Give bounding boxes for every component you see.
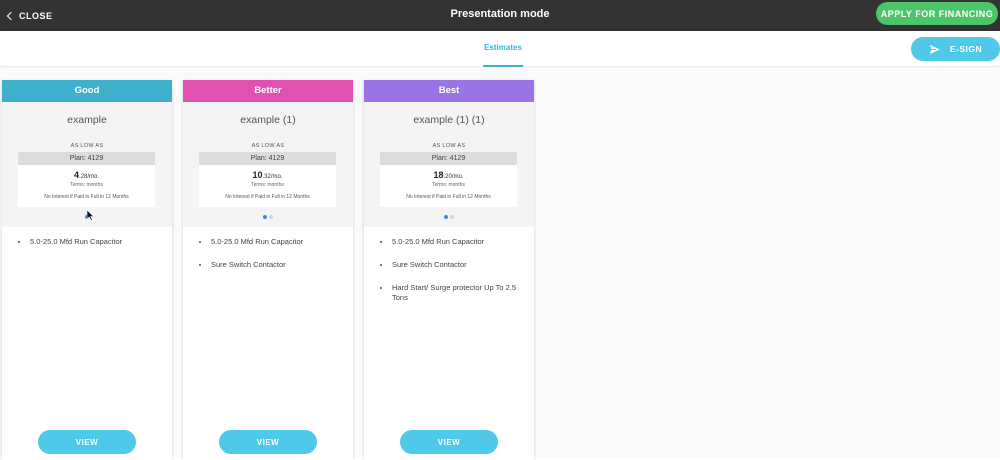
list-item: 5.0-25.0 Mfd Run Capacitor	[16, 237, 166, 247]
list-item: Hard Start/ Surge protector Up To 2.5 To…	[378, 283, 528, 303]
plan-label: Plan: 4129	[199, 152, 336, 165]
estimate-name: example (1) (1)	[364, 114, 534, 126]
list-item: 5.0-25.0 Mfd Run Capacitor	[197, 237, 347, 247]
carousel-dot-1[interactable]	[444, 215, 448, 219]
view-button[interactable]: VIEW	[219, 430, 317, 454]
card-tier-header: Good	[2, 80, 172, 102]
top-bar: CLOSE Presentation mode APPLY FOR FINANC…	[0, 0, 1000, 31]
plan-label: Plan: 4129	[18, 152, 155, 165]
promo-label: No Interest if Paid in Full in 12 Months	[380, 194, 517, 200]
payment-amount: 10	[252, 170, 262, 180]
promo-label: No Interest if Paid in Full in 12 Months	[199, 194, 336, 200]
apply-for-financing-button[interactable]: APPLY FOR FINANCING	[876, 2, 998, 25]
payment-box: 18.20/mo. Terms: months No Interest if P…	[380, 165, 517, 207]
plan-label: Plan: 4129	[380, 152, 517, 165]
estimate-name: example (1)	[183, 114, 353, 126]
estimate-card-better: Better example (1) AS LOW AS Plan: 4129 …	[183, 80, 353, 460]
tab-bar: Estimates	[0, 31, 1000, 67]
estimate-name: example	[2, 114, 172, 126]
as-low-as-label: AS LOW AS	[364, 143, 534, 149]
as-low-as-label: AS LOW AS	[2, 143, 172, 149]
view-button[interactable]: VIEW	[38, 430, 136, 454]
card-summary: example (1) (1) AS LOW AS Plan: 4129 18.…	[364, 102, 534, 227]
view-button[interactable]: VIEW	[400, 430, 498, 454]
payment-box: 4.28/mo. Terms: months No Interest if Pa…	[18, 165, 155, 207]
payment-suffix: .20/mo.	[444, 174, 464, 180]
close-button[interactable]: CLOSE	[8, 0, 53, 31]
mouse-cursor-icon	[87, 210, 95, 221]
close-label: CLOSE	[19, 11, 53, 21]
list-item: 5.0-25.0 Mfd Run Capacitor	[378, 237, 528, 247]
estimate-card-good: Good example AS LOW AS Plan: 4129 4.28/m…	[2, 80, 172, 460]
monthly-payment: 4.28/mo.	[18, 170, 155, 180]
payment-suffix: .28/mo.	[79, 174, 99, 180]
list-item: Sure Switch Contactor	[197, 260, 347, 270]
carousel-dot-2[interactable]	[450, 215, 454, 219]
estimate-card-best: Best example (1) (1) AS LOW AS Plan: 412…	[364, 80, 534, 460]
card-tier-header: Better	[183, 80, 353, 102]
carousel-dots	[364, 215, 534, 221]
carousel-dots	[183, 215, 353, 221]
feature-list: 5.0-25.0 Mfd Run Capacitor Sure Switch C…	[183, 227, 353, 270]
monthly-payment: 10.32/mo.	[199, 170, 336, 180]
payment-suffix: .32/mo.	[263, 174, 283, 180]
feature-list: 5.0-25.0 Mfd Run Capacitor Sure Switch C…	[364, 227, 534, 303]
payment-amount: 18	[433, 170, 443, 180]
e-sign-label: E-SIGN	[950, 44, 982, 54]
promo-label: No Interest if Paid in Full in 12 Months	[18, 194, 155, 200]
tab-estimates[interactable]: Estimates	[483, 31, 523, 67]
card-tier-header: Best	[364, 80, 534, 102]
send-icon	[929, 44, 941, 55]
list-item: Sure Switch Contactor	[378, 260, 528, 270]
payment-box: 10.32/mo. Terms: months No Interest if P…	[199, 165, 336, 207]
chevron-left-icon	[7, 11, 15, 19]
feature-list: 5.0-25.0 Mfd Run Capacitor	[2, 227, 172, 247]
page-title: Presentation mode	[0, 0, 1000, 31]
carousel-dot-1[interactable]	[263, 215, 267, 219]
card-summary: example AS LOW AS Plan: 4129 4.28/mo. Te…	[2, 102, 172, 227]
e-sign-button[interactable]: E-SIGN	[911, 37, 1000, 61]
terms-label: Terms: months	[18, 182, 155, 188]
monthly-payment: 18.20/mo.	[380, 170, 517, 180]
as-low-as-label: AS LOW AS	[183, 143, 353, 149]
card-summary: example (1) AS LOW AS Plan: 4129 10.32/m…	[183, 102, 353, 227]
terms-label: Terms: months	[199, 182, 336, 188]
terms-label: Terms: months	[380, 182, 517, 188]
carousel-dot-2[interactable]	[269, 215, 273, 219]
